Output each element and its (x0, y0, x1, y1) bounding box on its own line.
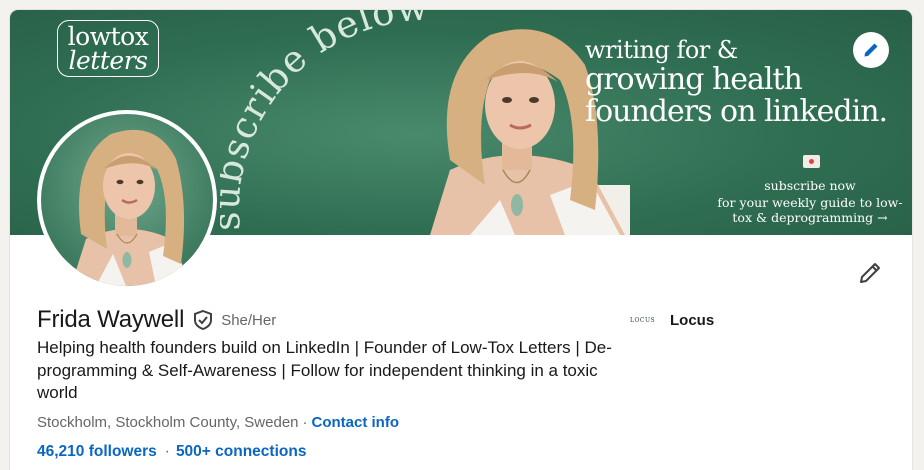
edit-profile-button[interactable] (856, 259, 884, 287)
connections-link[interactable]: 500+ connections (176, 443, 307, 460)
subscribe-line-2: for your weekly guide to low-tox & depro… (717, 195, 903, 225)
edit-banner-button[interactable] (853, 32, 889, 68)
stats-separator: · (164, 443, 170, 460)
banner-logo: lowtox letters (57, 20, 159, 77)
location-row: Stockholm, Stockholm County, Sweden · Cont… (37, 414, 399, 431)
verified-shield-icon[interactable] (192, 309, 214, 331)
pronouns: She/Her (221, 311, 277, 329)
pencil-icon (864, 43, 878, 57)
banner-subscribe: subscribe now for your weekly guide to l… (710, 178, 910, 225)
logo-line-2: letters (68, 46, 148, 75)
company-logo: LOCUS (630, 317, 656, 324)
avatar-portrait (71, 129, 191, 286)
pencil-icon (860, 263, 880, 283)
company-name: Locus (670, 312, 715, 329)
banner-headline: writing for & growing health founders on… (585, 36, 888, 129)
name-row: Frida Waywell She/Her (37, 306, 276, 334)
profile-card: lowtox letters subscribe below (10, 10, 912, 470)
banner-headline-line-1: writing for & (585, 36, 738, 64)
location: Stockholm, Stockholm County, Sweden (37, 414, 299, 431)
envelope-icon (803, 155, 820, 168)
contact-info-link[interactable]: Contact info (312, 414, 400, 431)
profile-name: Frida Waywell (37, 306, 185, 333)
profile-photo[interactable] (37, 110, 217, 290)
banner-headline-line-2: growing health (585, 62, 803, 97)
banner-headline-line-3: founders on linkedin. (585, 94, 888, 129)
location-separator: · (302, 414, 308, 431)
followers-link[interactable]: 46,210 followers (37, 443, 157, 460)
profile-headline: Helping health founders build on LinkedI… (37, 338, 612, 402)
avatar (41, 114, 213, 286)
stats-row: 46,210 followers · 500+ connections (37, 443, 306, 461)
current-company[interactable]: LOCUS Locus (630, 312, 714, 329)
subscribe-line-1: subscribe now (764, 178, 856, 193)
